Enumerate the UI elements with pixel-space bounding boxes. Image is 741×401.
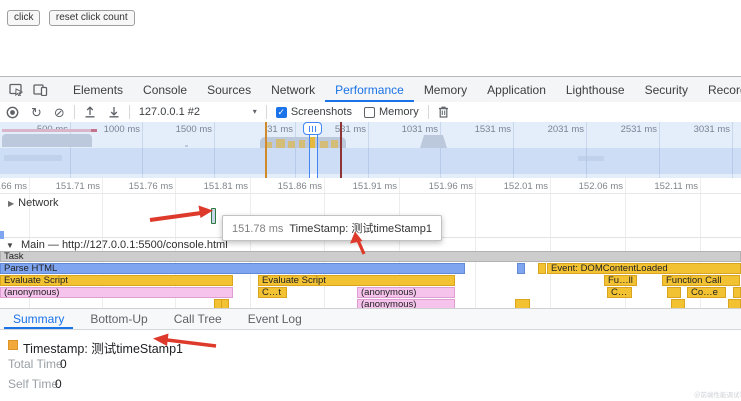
flame-bar-anonymous[interactable]: (anonymous) — [357, 299, 455, 308]
detail-ruler-label: 151.71 ms — [56, 181, 100, 192]
watermark: ＠前端性能调试笔记 — [694, 389, 741, 399]
timestamp-marker-line — [265, 122, 267, 178]
total-time-value: 0 — [60, 357, 67, 371]
flame-bar-task[interactable]: Task — [0, 251, 741, 262]
profile-select-value: 127.0.0.1 #2 — [139, 107, 200, 118]
flame-bar[interactable] — [538, 263, 546, 274]
detail-ruler-label: 152.11 ms — [654, 181, 698, 192]
flame-bar[interactable] — [671, 299, 685, 308]
clear-icon[interactable]: ⊘ — [54, 106, 65, 119]
flame-bar-anonymous[interactable]: (anonymous) — [0, 287, 233, 298]
bottom-tab-event-log[interactable]: Event Log — [239, 309, 311, 329]
flame-bar[interactable] — [221, 299, 229, 308]
flame-bar-c[interactable]: C… — [607, 287, 632, 298]
flame-bar-c-t[interactable]: C…t — [258, 287, 287, 298]
load-profile-icon[interactable] — [84, 106, 96, 118]
load-marker-line — [340, 122, 342, 178]
network-request-fragment — [0, 231, 4, 239]
performance-toolbar: ↻ ⊘ 127.0.0.1 #2 ▾ ✓ Screenshots Memory — [0, 102, 741, 123]
tab-memory[interactable]: Memory — [414, 77, 477, 102]
selection-window-handle[interactable] — [303, 122, 322, 135]
flame-bar[interactable] — [517, 263, 525, 274]
detail-gridline — [324, 178, 325, 308]
expanded-triangle-icon: ▼ — [6, 241, 14, 250]
tab-security[interactable]: Security — [635, 77, 698, 102]
profile-select[interactable]: 127.0.0.1 #2 ▾ — [139, 107, 257, 118]
timeline-detail-pane[interactable]: 151.66 ms 151.71 ms 151.76 ms 151.81 ms 151.… — [0, 178, 741, 308]
flame-bar-function-call[interactable]: Function Call — [662, 275, 740, 286]
tab-sources[interactable]: Sources — [197, 77, 261, 102]
timestamp-color-swatch — [8, 340, 18, 350]
flame-bar[interactable] — [667, 287, 681, 298]
total-time-label: Total Time — [8, 357, 63, 371]
tab-lighthouse[interactable]: Lighthouse — [556, 77, 635, 102]
detail-ruler-label: 151.96 ms — [429, 181, 473, 192]
divider — [428, 105, 429, 119]
overview-dim-left — [0, 122, 309, 178]
reset-click-count-button[interactable]: reset click count — [49, 10, 135, 26]
trash-icon[interactable] — [438, 106, 449, 118]
flame-bar[interactable] — [733, 287, 741, 298]
flame-bar-evaluate-script[interactable]: Evaluate Script — [0, 275, 233, 286]
bottom-tab-call-tree[interactable]: Call Tree — [165, 309, 231, 329]
checkbox-checked-icon: ✓ — [276, 107, 287, 118]
flame-bar[interactable] — [728, 299, 741, 308]
detail-ruler-label: 151.76 ms — [129, 181, 173, 192]
detail-gridline — [250, 178, 251, 308]
inspect-element-icon[interactable] — [9, 83, 23, 96]
screenshots-checkbox[interactable]: ✓ Screenshots — [276, 107, 352, 118]
detail-ruler-label: 151.81 ms — [204, 181, 248, 192]
detail-ruler-label: 151.66 ms — [0, 181, 27, 192]
divider — [266, 105, 267, 119]
tab-recorder[interactable]: Recorder — [698, 77, 741, 102]
tab-network[interactable]: Network — [261, 77, 325, 102]
flame-bar-parse-html[interactable]: Parse HTML — [0, 263, 465, 274]
flame-bar-evaluate-script[interactable]: Evaluate Script — [258, 275, 455, 286]
tooltip-text: TimeStamp: 测试timeStamp1 — [289, 223, 432, 235]
detail-ruler-label: 151.91 ms — [353, 181, 397, 192]
tab-application[interactable]: Application — [477, 77, 556, 102]
collapsed-triangle-icon: ▶ — [8, 199, 14, 208]
detail-ruler-label: 152.06 ms — [579, 181, 623, 192]
click-button[interactable]: click — [7, 10, 40, 26]
detail-gridline — [475, 178, 476, 308]
bottom-tab-summary[interactable]: Summary — [4, 309, 73, 329]
timestamp-tooltip: 151.78 ms TimeStamp: 测试timeStamp1 — [222, 215, 442, 241]
tab-console[interactable]: Console — [133, 77, 197, 102]
summary-title: Timestamp: 测试timeStamp1 — [23, 338, 183, 357]
main-thread-section-header[interactable]: ▼ Main — http://127.0.0.1:5500/console.h… — [6, 239, 228, 251]
checkbox-unchecked-icon — [364, 107, 375, 118]
timeline-overview[interactable]: 500 ms1000 ms1500 ms31 ms531 ms1031 ms15… — [0, 122, 741, 178]
network-section-header[interactable]: ▶Network — [8, 197, 59, 209]
chevron-down-icon: ▾ — [253, 108, 257, 116]
save-profile-icon[interactable] — [108, 106, 120, 118]
tooltip-time: 151.78 ms — [232, 223, 283, 235]
flame-bar-anonymous[interactable]: (anonymous) — [357, 287, 455, 298]
record-icon[interactable] — [6, 106, 19, 119]
divider — [74, 105, 75, 119]
overview-dim-right — [318, 122, 741, 178]
detail-ruler-label: 151.86 ms — [278, 181, 322, 192]
memory-checkbox[interactable]: Memory — [364, 107, 419, 118]
page-button-row: click reset click count — [7, 7, 139, 26]
timestamp-event-marker[interactable] — [211, 208, 216, 224]
devtools-panel: ElementsConsoleSourcesNetworkPerformance… — [0, 76, 741, 401]
flame-bar-event-domcontentloaded[interactable]: Event: DOMContentLoaded — [547, 263, 741, 274]
reload-and-record-icon[interactable]: ↻ — [31, 106, 42, 119]
toggle-device-toolbar-icon[interactable] — [33, 84, 48, 96]
details-tab-bar: Summary Bottom-Up Call Tree Event Log — [0, 308, 741, 330]
devtools-tab-bar: ElementsConsoleSourcesNetworkPerformance… — [0, 77, 741, 103]
tab-performance[interactable]: Performance — [325, 77, 414, 102]
self-time-label: Self Time — [8, 377, 58, 391]
detail-gridline — [550, 178, 551, 308]
bottom-tab-bottom-up[interactable]: Bottom-Up — [81, 309, 156, 329]
flame-bar-co-e[interactable]: Co…e — [687, 287, 726, 298]
summary-panel: Timestamp: 测试timeStamp1 Total Time 0 Sel… — [0, 330, 741, 401]
divider — [129, 105, 130, 119]
detail-ruler-label: 152.01 ms — [504, 181, 548, 192]
flame-bar[interactable] — [515, 299, 530, 308]
flame-bar-fu-ll[interactable]: Fu…ll — [604, 275, 637, 286]
tab-elements[interactable]: Elements — [63, 77, 133, 102]
self-time-value: 0 — [55, 377, 62, 391]
